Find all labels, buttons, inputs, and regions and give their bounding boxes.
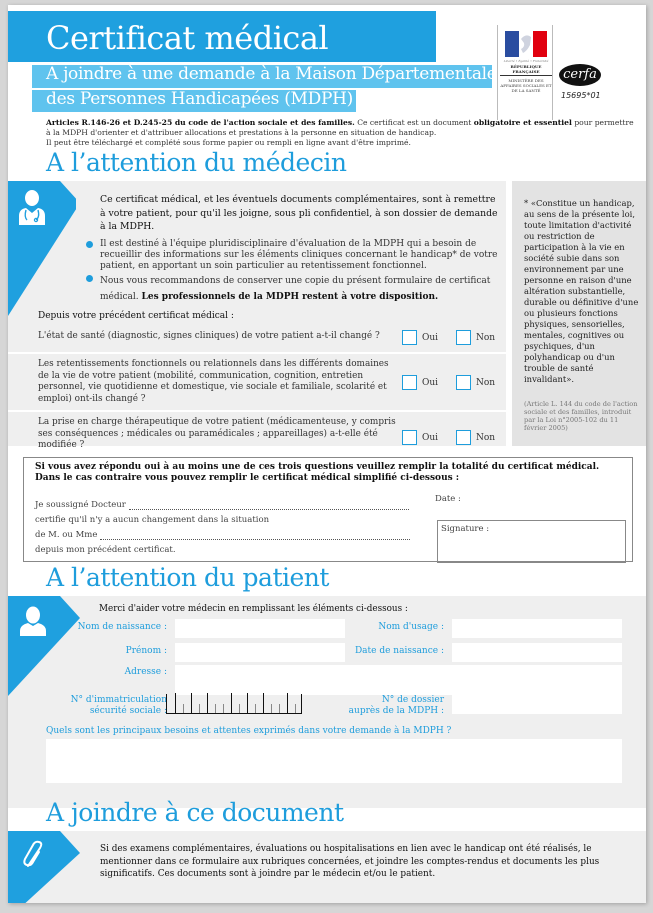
- question-3-no-label: Non: [476, 433, 496, 443]
- ss-digit-separator: [207, 693, 208, 713]
- question-2-no-label: Non: [476, 378, 496, 388]
- usage-name-input[interactable]: [452, 619, 622, 638]
- row-separator: [8, 352, 506, 354]
- section-title-attach: A joindre à ce document: [46, 798, 344, 827]
- ss-number-label: N° d'immatriculation sécurité sociale :: [38, 695, 167, 717]
- handicap-definition-reference: (Article L. 144 du code de l'action soci…: [524, 400, 638, 432]
- doctor-name-field[interactable]: [128, 501, 409, 510]
- needs-input[interactable]: [46, 739, 622, 783]
- question-3-text: La prise en charge thérapeutique de votr…: [38, 417, 396, 450]
- date-label: Date :: [435, 494, 461, 504]
- address-label: Adresse :: [124, 667, 167, 677]
- ss-digit-separator: [239, 704, 240, 713]
- ss-digit-separator: [175, 693, 176, 713]
- ss-digit-separator: [215, 704, 216, 713]
- mdph-file-number-label-line-1: N° de dossier: [381, 695, 444, 705]
- intro-text: Ce certificat est un document: [354, 118, 474, 127]
- ministry-name: MINISTÈRE DES AFFAIRES SOCIALES ET DE LA…: [500, 78, 552, 93]
- marianne-flag-icon: [505, 31, 547, 57]
- ss-digit-separator: [247, 693, 248, 713]
- simplified-heading: Si vous avez répondu oui à au moins une …: [35, 462, 625, 484]
- doctor-bullet-2: Nous vous recommandons de conserver une …: [86, 273, 500, 305]
- ss-digit-separator: [223, 704, 224, 713]
- ss-digit-separator: [295, 704, 296, 713]
- doctor-bullet-1: Il est destiné à l'équipe pluridisciplin…: [86, 239, 500, 272]
- patient-name-field[interactable]: [100, 531, 411, 540]
- question-3-no-checkbox[interactable]: [456, 430, 471, 445]
- question-1-yes-label: Oui: [422, 333, 439, 343]
- ss-digit-separator: [199, 704, 200, 713]
- intro-emphasis: obligatoire et essentiel: [473, 118, 572, 127]
- signature-box[interactable]: Signature :: [437, 520, 626, 563]
- subtitle-line-2: des Personnes Handicapées (MDPH): [46, 89, 353, 109]
- ss-digit-separator: [183, 704, 184, 713]
- simplified-heading-line-1: Si vous avez répondu oui à au moins une …: [35, 462, 600, 472]
- birth-date-label: Date de naissance :: [354, 646, 444, 656]
- since-line: depuis mon précédent certificat.: [35, 545, 176, 555]
- patient-intro: Merci d'aider votre médecin en remplissa…: [99, 604, 408, 614]
- person-icon: [20, 606, 46, 636]
- document-title: Certificat médical: [46, 19, 329, 57]
- needs-label: Quels sont les principaux besoins et att…: [46, 726, 452, 736]
- birth-name-label: Nom de naissance :: [77, 622, 167, 632]
- ss-digit-separator: [263, 693, 264, 713]
- ss-digit-separator: [279, 704, 280, 713]
- bullet-emphasis: Les professionnels de la MDPH restent à …: [141, 292, 439, 302]
- signature-label: Signature :: [441, 524, 490, 534]
- question-2-yes-checkbox[interactable]: [402, 375, 417, 390]
- ss-digit-separator: [255, 704, 256, 713]
- patient-name-line: de M. ou Mme: [35, 530, 411, 540]
- republique-francaise-logo: Liberté • Égalité • Fraternité RÉPUBLIQU…: [497, 25, 553, 120]
- ss-digit-separator: [271, 704, 272, 713]
- ss-digit-separator: [191, 693, 192, 713]
- mdph-file-number-label-line-2: auprès de la MDPH :: [348, 706, 444, 716]
- questions-heading: Depuis votre précédent certificat médica…: [38, 311, 234, 321]
- first-name-label: Prénom :: [125, 646, 167, 656]
- subtitle-line-1: A joindre à une demande à la Maison Dépa…: [46, 64, 497, 84]
- cerfa-number: 15695*01: [561, 91, 601, 100]
- doctor-name-label: Je soussigné Docteur: [35, 500, 126, 510]
- question-3-yes-checkbox[interactable]: [402, 430, 417, 445]
- birth-name-input[interactable]: [175, 619, 345, 638]
- simplified-heading-line-2: Dans le cas contraire vous pouvez rempli…: [35, 473, 460, 483]
- address-input[interactable]: [175, 665, 622, 695]
- patient-name-label: de M. ou Mme: [35, 530, 98, 540]
- doctor-intro: Ce certificat médical, et les éventuels …: [100, 194, 498, 232]
- legal-intro: Articles R.146-26 et D.245-25 du code de…: [46, 118, 636, 148]
- republic-name: RÉPUBLIQUE FRANÇAISE: [500, 64, 552, 76]
- question-2-no-checkbox[interactable]: [456, 375, 471, 390]
- birth-date-input[interactable]: [452, 643, 622, 662]
- question-1-text: L'état de santé (diagnostic, signes clin…: [38, 331, 380, 341]
- ss-digit-separator: [231, 693, 232, 713]
- document-page: Certificat médical A joindre à une deman…: [8, 5, 646, 903]
- handicap-definition: * «Constitue un handicap, au sens de la …: [524, 198, 639, 384]
- ss-digit-separator: [287, 693, 288, 713]
- intro-text: Il peut être téléchargé et complété sous…: [46, 138, 411, 147]
- doctor-name-line: Je soussigné Docteur: [35, 500, 409, 510]
- question-1-yes-checkbox[interactable]: [402, 330, 417, 345]
- ss-number-label-line-2: sécurité sociale :: [89, 706, 167, 716]
- mdph-file-number-input[interactable]: [452, 695, 622, 714]
- attach-text: Si des examens complémentaires, évaluati…: [100, 844, 600, 879]
- mdph-file-number-label: N° de dossier auprès de la MDPH :: [328, 695, 444, 717]
- question-2-yes-label: Oui: [422, 378, 439, 388]
- paperclip-icon: [23, 840, 43, 867]
- republic-motto: Liberté • Égalité • Fraternité: [503, 59, 549, 63]
- question-1-no-label: Non: [476, 333, 496, 343]
- question-1-no-checkbox[interactable]: [456, 330, 471, 345]
- row-separator: [8, 410, 506, 412]
- first-name-input[interactable]: [175, 643, 345, 662]
- question-2-text: Les retentissements fonctionnels ou rela…: [38, 359, 389, 404]
- doctor-icon: [19, 190, 45, 225]
- cerfa-logo: cerfa: [559, 64, 601, 86]
- ss-number-label-line-1: N° d'immatriculation: [70, 695, 167, 705]
- usage-name-label: Nom d'usage :: [378, 622, 444, 632]
- intro-articles: Articles R.146-26 et D.245-25 du code de…: [46, 118, 355, 127]
- certify-line: certifie qu'il n'y a aucun changement da…: [35, 515, 270, 525]
- section-title-doctor: A l’attention du médecin: [46, 148, 347, 177]
- ss-number-input[interactable]: [166, 693, 302, 714]
- section-title-patient: A l’attention du patient: [46, 563, 329, 592]
- simplified-certificate-box: Si vous avez répondu oui à au moins une …: [23, 457, 633, 563]
- question-3-yes-label: Oui: [422, 433, 439, 443]
